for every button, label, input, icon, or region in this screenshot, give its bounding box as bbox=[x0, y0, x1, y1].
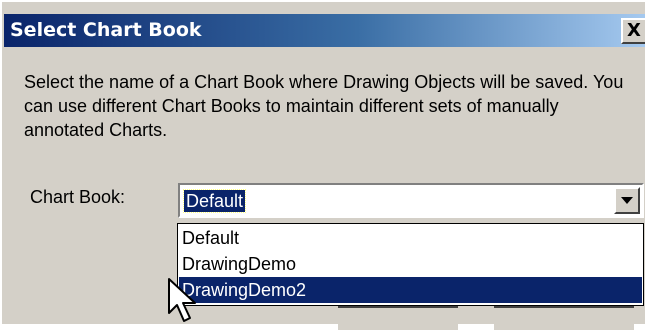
select-chart-book-dialog: Select Chart Book X Select the name of a… bbox=[0, 0, 645, 330]
dropdown-option[interactable]: Default bbox=[179, 225, 642, 251]
dropdown-option[interactable]: DrawingDemo bbox=[179, 251, 642, 277]
chart-book-selected-value: Default bbox=[182, 189, 247, 213]
chart-book-combobox[interactable]: Default bbox=[178, 183, 644, 218]
close-button[interactable]: X bbox=[621, 18, 645, 44]
close-icon: X bbox=[627, 20, 641, 41]
cancel-button-partial[interactable] bbox=[494, 306, 634, 330]
mouse-pointer-icon bbox=[168, 278, 196, 322]
dialog-title: Select Chart Book bbox=[10, 19, 202, 41]
ok-button-partial[interactable] bbox=[338, 306, 458, 330]
chart-book-label: Chart Book: bbox=[30, 187, 126, 207]
chevron-down-icon bbox=[621, 197, 633, 204]
title-bar[interactable]: Select Chart Book X bbox=[4, 14, 645, 47]
dialog-description: Select the name of a Chart Book where Dr… bbox=[24, 72, 624, 140]
dropdown-option-highlighted[interactable]: DrawingDemo2 bbox=[179, 277, 642, 303]
chart-book-dropdown-list: Default DrawingDemo DrawingDemo2 bbox=[177, 223, 644, 306]
dropdown-button[interactable] bbox=[614, 187, 640, 214]
